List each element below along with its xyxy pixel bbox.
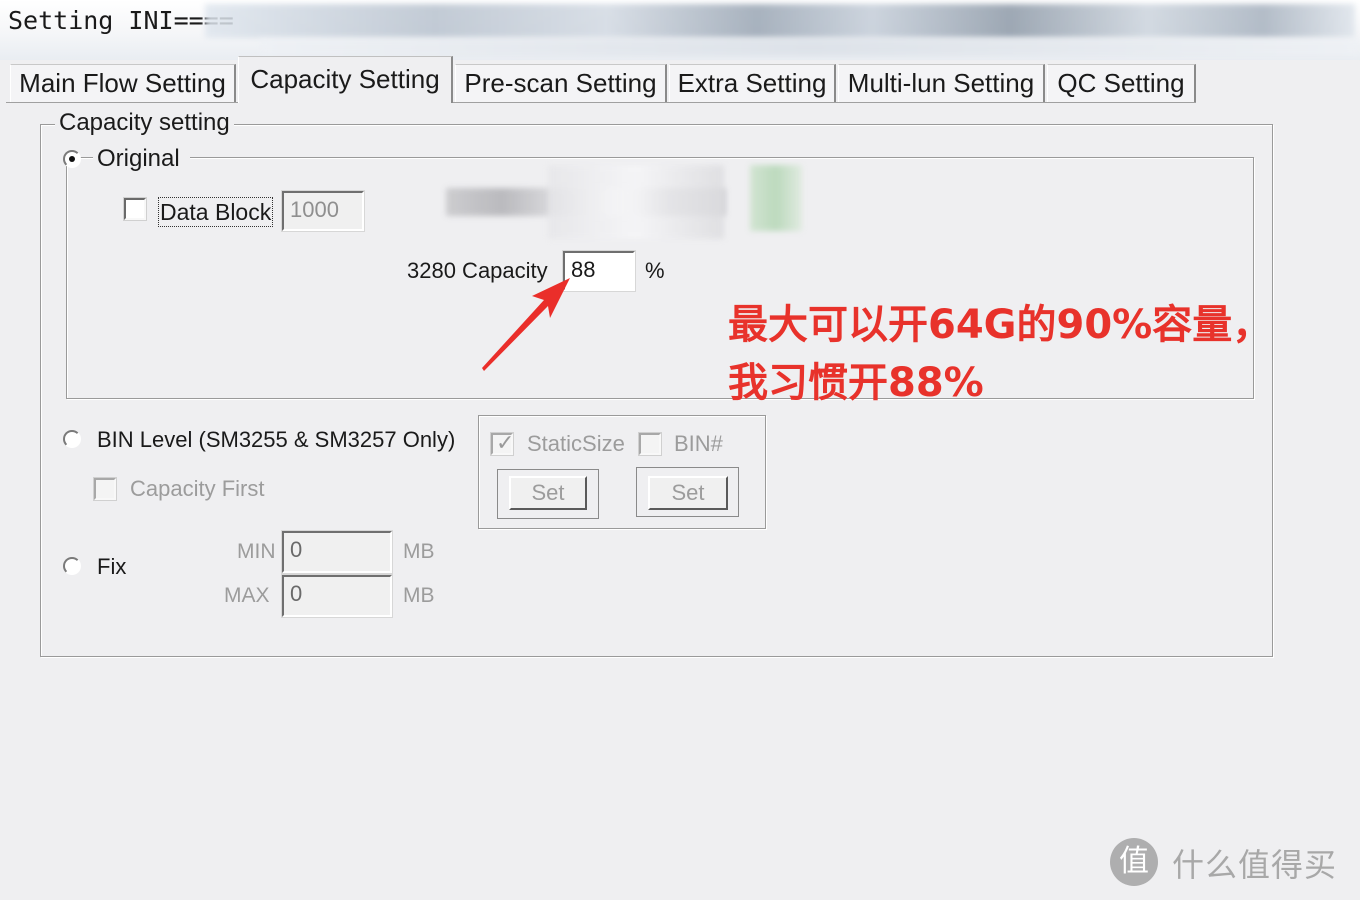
capacity-first-checkbox[interactable]	[93, 477, 117, 501]
data-block-label[interactable]: Data Block	[157, 197, 274, 227]
tab-extra-setting[interactable]: Extra Setting	[669, 64, 836, 102]
static-size-checkbox[interactable]: ✓	[490, 430, 514, 456]
bin-num-label: BIN#	[674, 431, 723, 456]
tab-strip-baseline	[6, 102, 1196, 103]
check-icon: ✓	[496, 430, 515, 455]
redacted-title-area	[205, 4, 1355, 38]
bin-level-radio[interactable]	[63, 430, 81, 448]
capacity-setting-group-label: Capacity setting	[55, 109, 234, 137]
set-button-1[interactable]: Set	[509, 476, 587, 510]
data-block-checkbox[interactable]	[123, 197, 147, 221]
tab-multi-lun-setting[interactable]: Multi-lun Setting	[838, 64, 1045, 102]
max-unit-label: MB	[403, 584, 435, 607]
data-block-input[interactable]: 1000	[281, 190, 365, 232]
tab-main-flow-setting[interactable]: Main Flow Setting	[10, 64, 236, 102]
redacted-area-2	[548, 165, 724, 239]
tab-capacity-setting[interactable]: Capacity Setting	[238, 56, 453, 103]
window-title: Setting INI====	[8, 6, 234, 35]
min-input[interactable]: 0	[281, 530, 393, 574]
fix-label[interactable]: Fix	[97, 553, 126, 581]
capacity-unit-label: %	[645, 258, 665, 283]
redacted-title-area-lower	[260, 38, 1360, 56]
original-radio[interactable]	[63, 150, 81, 168]
original-radio-label[interactable]: Original	[93, 145, 190, 173]
tab-qc-setting[interactable]: QC Setting	[1047, 64, 1196, 102]
bin-level-label[interactable]: BIN Level (SM3255 & SM3257 Only)	[97, 426, 455, 454]
min-label: MIN	[237, 540, 276, 563]
watermark-text: 什么值得买	[1172, 846, 1338, 884]
max-input[interactable]: 0	[281, 574, 393, 618]
bin-num-checkbox[interactable]	[638, 432, 662, 456]
max-label: MAX	[224, 584, 270, 607]
tab-pre-scan-setting[interactable]: Pre-scan Setting	[455, 64, 667, 102]
set-button-2[interactable]: Set	[648, 476, 728, 510]
capacity-first-label: Capacity First	[130, 476, 265, 501]
annotation-text: 最大可以开64G的90%容量， 我习惯开88%	[728, 302, 1273, 406]
red-arrow-icon	[482, 278, 570, 371]
app-window: Setting INI==== Main Flow Setting Capaci…	[0, 0, 1360, 900]
watermark-logo: 值	[1110, 838, 1158, 886]
min-unit-label: MB	[403, 540, 435, 563]
static-size-label: StaticSize	[527, 431, 625, 456]
title-bar: Setting INI====	[0, 0, 1360, 60]
redacted-area-3	[750, 165, 802, 231]
fix-radio[interactable]	[63, 557, 81, 575]
